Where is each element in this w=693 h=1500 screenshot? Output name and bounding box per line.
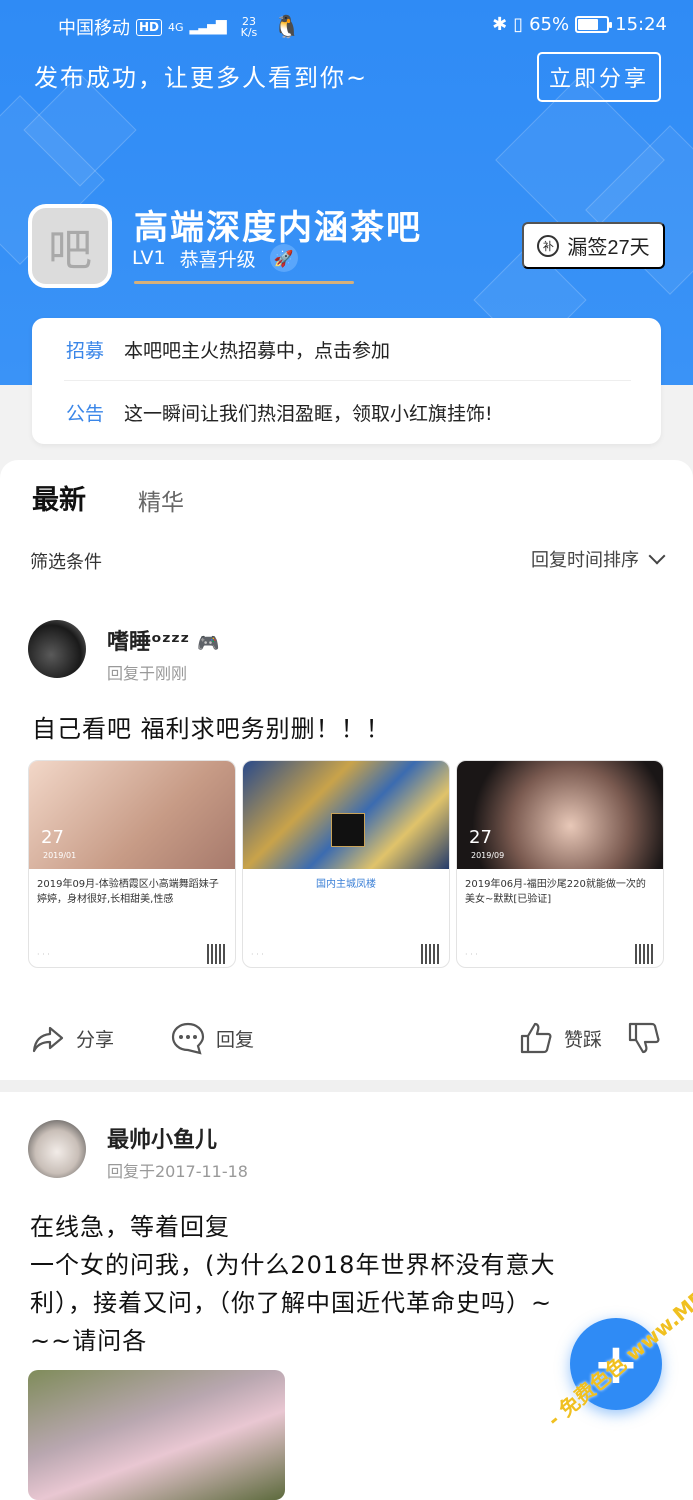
post-image[interactable]: 27 2019/09 2019年06月-福田沙尾220就能做一次的美女~默默[已… (456, 760, 664, 968)
share-now-button[interactable]: 立即分享 (537, 52, 661, 102)
thumbs-down-icon (628, 1022, 660, 1054)
qr-code-icon (207, 944, 227, 964)
tab-latest[interactable]: 最新 (32, 478, 86, 517)
notice-text: 本吧吧主火热招募中，点击参加 (124, 340, 391, 362)
post-divider (0, 1080, 693, 1092)
notice-divider (64, 380, 631, 381)
post-username[interactable]: 最帅小鱼儿 (107, 1122, 217, 1154)
thumb-footer: · · · (251, 944, 441, 964)
forum-name: 高端深度内涵茶吧 (134, 208, 422, 248)
post-image[interactable] (28, 1370, 285, 1500)
thumbs-up-icon (520, 1022, 552, 1054)
carrier-label: 中国移动 (58, 18, 130, 39)
notice-row-recruit[interactable]: 招募 本吧吧主火热招募中，点击参加 (66, 336, 390, 363)
makeup-icon: 补 (537, 234, 560, 257)
share-icon (32, 1026, 64, 1053)
thumb-subdate: 2019/01 (43, 851, 77, 860)
status-left: 中国移动 HD 4G ▂▃▅▇ 23 K/s 🐧 (58, 14, 301, 40)
thumb-photo: 27 2019/01 (29, 761, 235, 869)
thumb-photo (243, 761, 449, 869)
level-badge: LV1 (132, 247, 166, 269)
battery-percent: 65% (529, 14, 570, 35)
reply-button[interactable]: 回复 (170, 1020, 254, 1056)
thumb-subdate: 2019/09 (471, 851, 505, 860)
forum-avatar[interactable]: 吧 (28, 204, 112, 288)
hd-badge: HD (136, 18, 163, 36)
sort-dropdown[interactable]: 回复时间排序 (531, 546, 666, 572)
thumb-date: 27 (469, 827, 492, 848)
post-image[interactable]: 国内主城凤楼 · · · (242, 760, 450, 968)
thumb-caption: 2019年06月-福田沙尾220就能做一次的美女~默默[已验证] (465, 879, 646, 905)
thumb-footer: · · · (465, 944, 655, 964)
avatar[interactable] (28, 1120, 86, 1178)
bluetooth-icon: ✱ (492, 14, 508, 35)
thumb-date: 27 (41, 827, 64, 848)
post-text-line: 在线急，等着回复 (30, 1213, 230, 1241)
chevron-down-icon (648, 547, 666, 565)
forum-level-row: LV1 恭喜升级 🚀 (132, 244, 298, 272)
post-text-line: ~~请问各 (30, 1327, 148, 1355)
username-text: 嗜睡ᵒᶻᶻᶻ (107, 630, 190, 655)
status-bar: 中国移动 HD 4G ▂▃▅▇ 23 K/s 🐧 ✱ ▯ 65% 15:24 (0, 0, 693, 52)
game-badge-icon: 🎮 (196, 633, 220, 654)
makeup-sign-button[interactable]: 补 漏签27天 (522, 222, 665, 269)
post-text-line: 一个女的问我，(为什么2018年世界杯没有意大 (30, 1251, 556, 1279)
level-text: 恭喜升级 (179, 248, 256, 271)
network-icon: 4G (168, 20, 184, 34)
post-meta: 回复于2017-11-18 (107, 1162, 248, 1181)
post-text: 在线急，等着回复 一个女的问我，(为什么2018年世界杯没有意大 利），接着又问… (30, 1208, 660, 1360)
thumb-caption: 2019年09月-体验栖霞区小高端舞蹈妹子婷婷，身材很好,长相甜美,性感 (37, 879, 219, 905)
notice-tag: 招募 (66, 340, 105, 362)
thumb-caption: 国内主城凤楼 (316, 879, 376, 890)
battery-icon (575, 16, 613, 33)
level-progress-line (134, 281, 354, 284)
rocket-icon[interactable]: 🚀 (269, 244, 298, 272)
avatar[interactable] (28, 620, 86, 678)
share-label: 分享 (76, 1028, 115, 1051)
share-button[interactable]: 分享 (30, 1020, 114, 1056)
logo-icon (331, 813, 365, 847)
post-username[interactable]: 嗜睡ᵒᶻᶻᶻ 🎮 (107, 624, 219, 656)
post-text-line: 利），接着又问，（你了解中国近代革命史吗）~ (30, 1289, 553, 1317)
tab-featured[interactable]: 精华 (138, 483, 184, 517)
speed-unit: K/s (240, 26, 258, 39)
comment-icon (171, 1022, 205, 1055)
publish-success-message: 发布成功，让更多人看到你~ (34, 64, 369, 92)
post-text: 自己看吧 福利求吧务别删！！！ (32, 715, 391, 743)
vibrate-icon: ▯ (513, 14, 524, 35)
qq-icon: 🐧 (273, 14, 301, 40)
post-meta: 回复于刚刚 (107, 664, 188, 683)
sort-label: 回复时间排序 (531, 550, 639, 571)
post-tabs: 最新 精华 (32, 478, 184, 517)
thumb-photo: 27 2019/09 (457, 761, 663, 869)
speed-indicator: 23 K/s (241, 16, 258, 38)
dislike-button[interactable] (626, 1020, 662, 1056)
thumb-footer: · · · (37, 944, 227, 964)
notice-tag: 公告 (66, 403, 105, 425)
clock: 15:24 (615, 14, 667, 35)
reply-label: 回复 (216, 1028, 255, 1051)
like-label: 赞踩 (564, 1028, 603, 1051)
qr-code-icon (421, 944, 441, 964)
filter-button[interactable]: 筛选条件 (30, 548, 102, 574)
signal-icon: ▂▃▅▇ (189, 19, 227, 35)
qr-code-icon (635, 944, 655, 964)
notice-card: 招募 本吧吧主火热招募中，点击参加 公告 这一瞬间让我们热泪盈眶，领取小红旗挂饰… (32, 318, 661, 444)
post-image[interactable]: 27 2019/01 2019年09月-体验栖霞区小高端舞蹈妹子婷婷，身材很好,… (28, 760, 236, 968)
status-right: ✱ ▯ 65% 15:24 (492, 14, 667, 35)
post-images: 27 2019/01 2019年09月-体验栖霞区小高端舞蹈妹子婷婷，身材很好,… (28, 760, 664, 968)
like-button[interactable]: 赞踩 (518, 1020, 602, 1056)
post-actions: 分享 回复 赞踩 (0, 1020, 693, 1070)
sign-label: 漏签27天 (567, 237, 650, 259)
notice-row-announcement[interactable]: 公告 这一瞬间让我们热泪盈眶，领取小红旗挂饰! (66, 399, 493, 426)
notice-text: 这一瞬间让我们热泪盈眶，领取小红旗挂饰! (124, 403, 493, 425)
